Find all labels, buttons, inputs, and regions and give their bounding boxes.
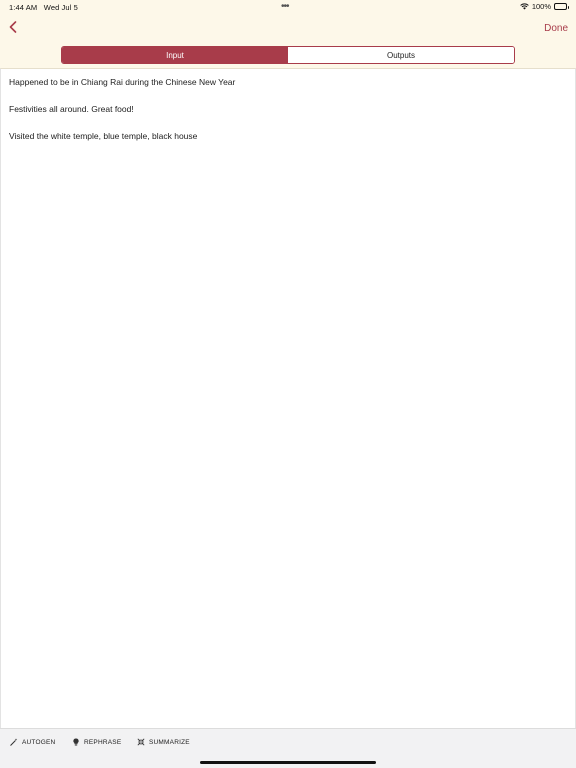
- bottom-toolbar: AUTOGEN REPHRASE SUMMARIZE: [0, 728, 576, 768]
- magic-wand-icon: [10, 738, 18, 746]
- editor-line: Happened to be in Chiang Rai during the …: [9, 77, 236, 87]
- nav-bar: Done Input Outputs: [0, 14, 576, 68]
- editor-line: Visited the white temple, blue temple, b…: [9, 131, 198, 141]
- status-bar: 1:44 AM Wed Jul 5 ••• 100%: [0, 0, 576, 14]
- status-indicators: 100%: [520, 2, 569, 11]
- status-time-date: 1:44 AM Wed Jul 5: [9, 3, 78, 12]
- summarize-button[interactable]: SUMMARIZE: [137, 738, 190, 746]
- autogen-button[interactable]: AUTOGEN: [10, 738, 55, 746]
- chevron-left-icon: [9, 21, 17, 33]
- status-date: Wed Jul 5: [43, 3, 78, 12]
- autogen-label: AUTOGEN: [22, 738, 56, 746]
- compress-icon: [137, 738, 145, 746]
- done-button[interactable]: Done: [544, 23, 568, 34]
- wifi-icon: [520, 3, 529, 10]
- multitasking-dots-icon[interactable]: •••: [281, 1, 289, 12]
- status-time: 1:44 AM: [9, 3, 38, 12]
- tab-outputs[interactable]: Outputs: [288, 47, 514, 63]
- input-output-segmented-control: Input Outputs: [61, 46, 515, 64]
- battery-icon: [554, 3, 569, 10]
- rephrase-label: REPHRASE: [84, 738, 122, 746]
- battery-percent: 100%: [531, 2, 551, 11]
- summarize-label: SUMMARIZE: [149, 738, 190, 746]
- input-text-editor[interactable]: Happened to be in Chiang Rai during the …: [0, 68, 576, 728]
- editor-line: Festivities all around. Great food!: [9, 104, 134, 114]
- lightbulb-icon: [73, 738, 79, 746]
- rephrase-button[interactable]: REPHRASE: [72, 738, 121, 746]
- tab-input[interactable]: Input: [62, 47, 288, 63]
- back-button[interactable]: [6, 20, 20, 34]
- home-indicator[interactable]: [200, 761, 376, 764]
